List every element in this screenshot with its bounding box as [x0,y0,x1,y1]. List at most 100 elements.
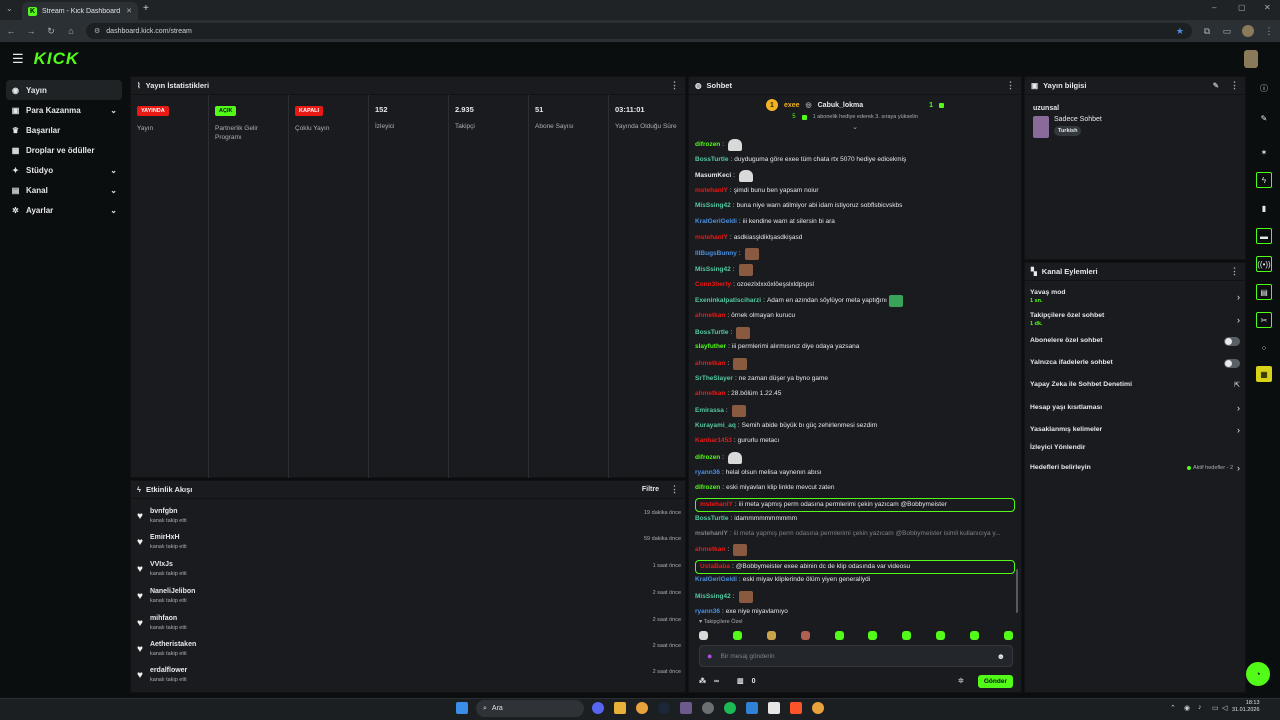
action-banned-words[interactable]: Yasaklanmış kelimeler › [1030,425,1240,435]
chat-username[interactable]: ryann36 [695,468,720,478]
chat-input[interactable]: ● Bir mesaj gönderin ☻ [699,645,1013,667]
emote-icon[interactable] [936,631,946,640]
sidebar-item-basarilar[interactable]: ♛ Başarılar [6,120,122,140]
chat-bubble-icon[interactable]: ▬ [1256,228,1272,244]
chat-message[interactable]: MasumKeci: [695,170,1011,182]
chat-username[interactable]: mstehanlY [695,529,728,539]
sidebar-item-para-kazanma[interactable]: ▣ Para Kazanma ⌄ [6,100,122,120]
emote-icon[interactable] [699,631,708,640]
minimize-icon[interactable]: – [1212,3,1216,12]
chat-username[interactable]: KralGeriGeldi [695,575,737,585]
discord-icon[interactable] [592,702,604,714]
chat-username[interactable]: mstehanlY [695,233,728,243]
chat-username[interactable]: MisSsing42 [695,592,731,602]
sidebar-item-yayin[interactable]: ◉ Yayın [6,80,122,100]
site-info-icon[interactable]: ⚙ [94,27,100,35]
chat-username[interactable]: BossTurtle [695,328,728,338]
more-options-icon[interactable]: ⋮ [1230,266,1239,277]
close-tab-icon[interactable]: ✕ [126,7,132,15]
chat-username[interactable]: difrozen [695,140,720,150]
emote-icon[interactable] [732,631,742,640]
close-window-icon[interactable]: ✕ [1264,3,1271,12]
new-tab-icon[interactable]: + [143,3,149,14]
bug-icon[interactable]: ✶ [1256,144,1272,160]
chrome-alt-icon[interactable] [812,702,824,714]
chat-username[interactable]: KralGeriGeldi [695,217,737,227]
broadcast-icon[interactable]: ((•)) [1256,256,1272,272]
chat-message[interactable]: mstehanlY: iii meta yapmış perm odasına p… [695,498,1015,512]
chat-username[interactable]: MasumKeci [695,171,731,181]
event-user[interactable]: NaneliJelibon [150,588,196,595]
notion-icon[interactable] [768,702,780,714]
points-count[interactable]: ∞ [714,678,719,685]
lightning-icon[interactable]: ϟ [1256,172,1272,188]
chat-message[interactable]: ahmetkan: örnek olmayan kurucu [695,311,1011,321]
taskbar-clock[interactable]: 18:13 31.01.2026 [1232,700,1260,715]
emote-icon[interactable] [902,631,912,640]
event-user[interactable]: VVIxJs [150,561,187,568]
profile-avatar[interactable] [1242,25,1254,37]
chat-username[interactable]: MisSsing42 [695,201,731,211]
user-avatar[interactable] [1244,50,1258,68]
chat-username[interactable]: SrTheSlayer [695,374,733,384]
chat-message[interactable]: ryann36: helal olsun melisa vaynenın abıs… [695,468,1011,478]
chat-message[interactable]: Exeninkalpatisciharzi: Adam en azından sö… [695,295,1011,307]
taskbar-search[interactable]: ⌕ Ara [476,700,584,717]
chat-username[interactable]: ahmetkan [695,545,725,555]
chat-message[interactable]: MisSsing42: [695,264,1011,276]
filter-button[interactable]: Filtre [642,486,659,493]
event-user[interactable]: Aetheristaken [150,641,196,648]
chat-username[interactable]: difrozen [695,483,720,493]
chat-message[interactable]: ryann36: exe niye miyavlamıyo [695,607,1011,617]
chat-username[interactable]: MisSsing42 [695,265,731,275]
browser-tab[interactable]: K Stream - Kick Dashboard ✕ [22,2,138,20]
chat-message[interactable]: BossTurtle: [695,327,1011,339]
obs-icon[interactable] [702,702,714,714]
gift-leaderboard[interactable]: 1 exee ◎ Cabuk_lokma 1 5 1 abonelik hedi… [689,95,1021,135]
help-chat-button[interactable]: ◔ [1246,662,1270,686]
chat-username[interactable]: Emirassa [695,406,724,416]
chat-username[interactable]: mstehanlY [695,186,728,196]
more-options-icon[interactable]: ⋮ [670,484,679,495]
tray-app-icon[interactable]: ◉ [1184,704,1190,712]
chat-username[interactable]: IIIBugsBunny [695,249,737,259]
chat-message[interactable]: difrozen: eski miyavları klip linkte mevc… [695,483,1011,493]
chat-username[interactable]: ahmetkan [695,389,725,399]
emote-icon[interactable] [766,631,776,640]
windows-start-icon[interactable] [456,702,468,714]
chat-message[interactable]: ahmetkan: [695,358,1011,370]
chat-username[interactable]: mstehanlY [700,500,733,510]
emote-icon[interactable] [1003,631,1013,640]
mic-icon[interactable]: ● [707,651,712,661]
chat-message[interactable]: UstaBaba: @Bobbymeister exee abinin dc de… [695,560,1015,574]
emotes-only-toggle[interactable] [1224,359,1240,368]
chat-message[interactable]: Conn3herty: ozoezlxlxxöxlöeşslxldpspsl [695,280,1011,290]
chat-message[interactable]: IIIBugsBunny: [695,248,1011,260]
chat-message[interactable]: Kanbar1453: gururlu metacı [695,436,1011,446]
maximize-icon[interactable]: ▢ [1238,3,1246,12]
action-raid[interactable]: İzleyici Yönlendir [1030,444,1240,453]
clapper-icon[interactable]: ▦ [1256,366,1272,382]
chat-message[interactable]: slayfuther: iii permlerimi alırmısınız di… [695,342,1011,352]
chat-message[interactable]: mstehanlY: asdkiasşldiklşasdkişasd [695,233,1011,243]
chat-username[interactable]: Exeninkalpatisciharzi [695,296,761,306]
chat-message[interactable]: BossTurtle: idammmmmmmmmm [695,514,1011,524]
volume-icon[interactable]: ◁ [1222,704,1227,712]
edit-icon[interactable]: ✎ [1213,81,1219,90]
chat-message[interactable]: mstehanlY: iii meta yapmış perm odasına p… [695,529,1011,539]
forward-icon[interactable]: → [26,26,36,36]
steam-icon[interactable] [658,702,670,714]
chat-message[interactable]: KralGeriGeldi: eski miyav kliplerinde ölü… [695,575,1011,585]
chat-username[interactable]: ryann36 [695,607,720,617]
event-user[interactable]: erdalflower [150,667,187,674]
file-explorer-icon[interactable] [614,702,626,714]
chat-message[interactable]: difrozen: [695,452,1011,464]
home-icon[interactable]: ⌂ [66,26,76,36]
chat-username[interactable]: slayfuther [695,342,726,352]
action-account-age[interactable]: Hesap yaşı kısıtlaması › [1030,403,1240,413]
vscode-icon[interactable] [746,702,758,714]
chat-username[interactable]: Kanbar1453 [695,436,732,446]
chat-message[interactable]: difrozen: [695,139,1011,151]
chat-message[interactable]: ahmetkan: [695,544,1011,556]
extensions-icon[interactable]: ⧉ [1202,26,1212,37]
